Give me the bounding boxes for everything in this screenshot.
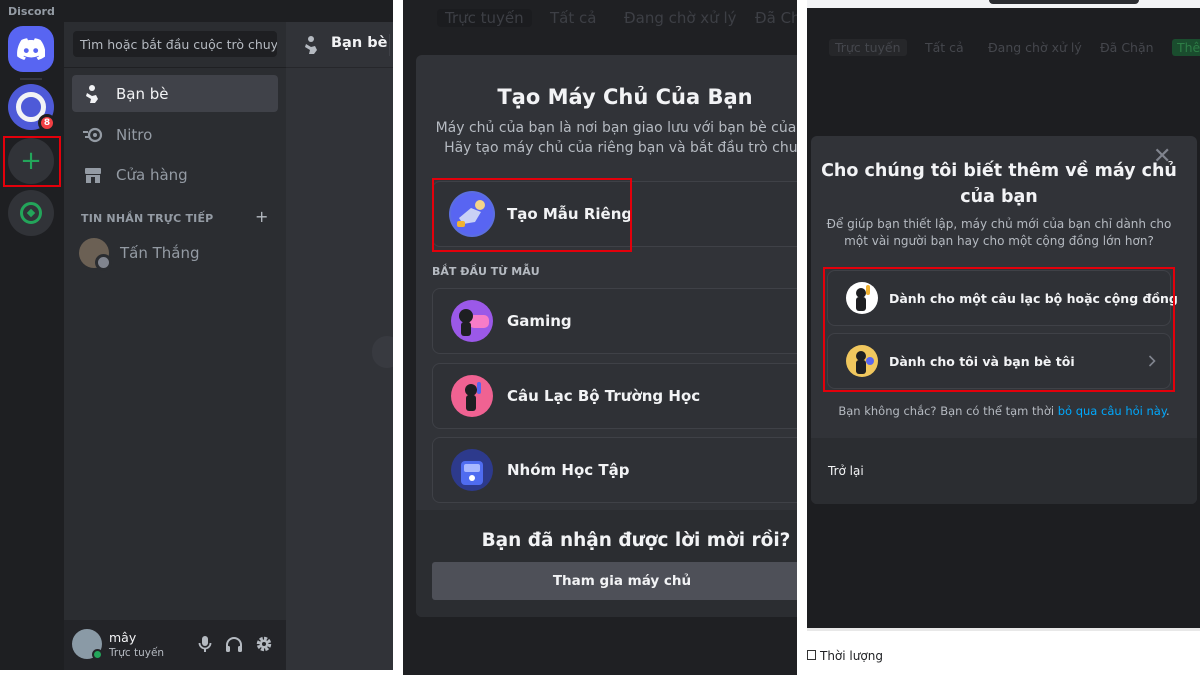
highlight-box [823,267,1175,392]
user-status: Trực tuyến [109,647,165,659]
school-club-icon [449,373,495,419]
highlight-box [432,178,632,252]
tab-add-friend: Thê [1172,39,1200,56]
gear-icon [256,636,272,652]
description-line: một vài người bạn hay cho một cộng đồng … [844,234,1154,248]
dm-section-header: TIN NHẮN TRỰC TIẾP [81,212,214,225]
note-end: . [1166,404,1170,418]
template-gaming[interactable]: Gaming [432,288,797,354]
nitro-icon [82,124,104,146]
template-section-header: BẮT ĐẦU TỪ MẪU [432,265,540,278]
create-server-panel: Trực tuyến Tất cả Đang chờ xử lý Đã Ch T… [403,0,797,675]
window-handle [989,0,1139,4]
create-dm-button[interactable]: + [255,207,268,226]
description-line: Để giúp bạn thiết lập, máy chủ mới của b… [826,217,1172,231]
template-study-group[interactable]: Nhóm Học Tập [432,437,797,503]
window-top-bar [807,0,1200,8]
friends-tabs-dimmed: Trực tuyến Tất cả Đang chờ xử lý Đã Ch [403,0,797,35]
tab-pending: Đang chờ xử lý [624,9,737,27]
tab-all: Tất cả [925,40,964,55]
headphones-button[interactable] [224,634,244,654]
friends-icon [302,35,322,59]
gaming-icon [449,298,495,344]
modal-footer: Bạn đã nhận được lời mời rồi? Tham gia m… [416,510,797,617]
tab-pending: Đang chờ xử lý [988,40,1082,55]
modal-description: Để giúp bạn thiết lập, máy chủ mới của b… [811,216,1187,250]
option-label: Câu Lạc Bộ Trường Học [507,387,701,405]
server-type-modal: ✕ Cho chúng tôi biết thêm về máy chủ của… [811,136,1197,504]
main-header: Bạn bè [286,22,393,68]
skip-note: Bạn không chắc? Bạn có thể tạm thời bỏ q… [811,404,1197,418]
home-button[interactable] [8,26,54,72]
nav-label: Bạn bè [116,84,169,103]
avatar [79,238,112,271]
separator [20,78,42,80]
modal-footer: Trở lại [811,438,1197,504]
channel-list: Tìm hoặc bắt đầu cuộc trò chuyện Bạn bè … [64,22,286,670]
option-label: Nhóm Học Tập [507,461,630,479]
template-school-club[interactable]: Câu Lạc Bộ Trường Học [432,363,797,429]
empty-state-illustration [372,336,393,368]
server-list: 8 + [0,22,64,670]
shop-icon [82,164,104,186]
title-bar: Discord [0,0,393,22]
nav-nitro[interactable]: Nitro [72,116,278,153]
server-audience-panel: Trực tuyến Tất cả Đang chờ xử lý Đã Chặn… [807,0,1200,628]
divider [389,34,390,56]
friends-tabs-dimmed: Trực tuyến Tất cả Đang chờ xử lý Đã Chặn… [807,36,1200,60]
microphone-icon [198,636,212,652]
join-server-button[interactable]: Tham gia máy chủ [432,562,797,600]
create-server-modal: Tạo Máy Chủ Của Bạn Máy chủ của bạn là n… [416,55,797,617]
title-line: của bạn [960,187,1038,207]
divider [64,67,286,68]
microphone-button[interactable] [195,634,215,654]
duration-icon [807,650,816,660]
dm-username: Tấn Thắng [120,244,200,262]
nav-label: Cửa hàng [116,165,188,184]
note-text: Bạn không chắc? Bạn có thể tạm thời [838,404,1058,418]
description-line: Hãy tạo máy chủ của riêng bạn và bắt đầu… [444,140,797,156]
page-below-area: Thời lượng [807,628,1200,675]
modal-title: Tạo Máy Chủ Của Bạn [497,85,753,109]
app-title: Discord [8,5,55,18]
skip-question-link[interactable]: bỏ qua câu hỏi này [1058,404,1166,418]
discord-logo-icon [17,38,45,60]
tab-online: Trực tuyến [829,39,907,56]
notification-badge: 8 [38,114,56,132]
page-title: Bạn bè [331,35,388,51]
online-status-icon [92,649,103,660]
back-button[interactable]: Trở lại [828,464,864,478]
tab-all: Tất cả [550,9,597,27]
discord-main-window: Discord 8 + Tìm hoặc bắt đầu cuộc trò ch… [0,0,393,670]
nav-friends[interactable]: Bạn bè [72,75,278,112]
tab-online: Trực tuyến [437,9,532,27]
description-line: Máy chủ của bạn là nơi bạn giao lưu với … [435,120,797,136]
modal-title: Cho chúng tôi biết thêm về máy chủ của b… [811,158,1187,210]
nav-shop[interactable]: Cửa hàng [72,156,278,193]
friends-icon [82,83,104,105]
tab-blocked: Đã Chặn [1100,40,1154,55]
explore-servers-button[interactable] [8,190,54,236]
tab-blocked: Đã Ch [755,9,797,27]
option-label: Gaming [507,312,572,330]
highlight-box [3,136,61,187]
user-panel: mây Trực tuyến [64,620,286,670]
username: mây [109,630,137,645]
invite-title: Bạn đã nhận được lời mời rồi? [481,530,791,551]
dm-item[interactable]: Tấn Thắng [72,233,278,273]
settings-button[interactable] [254,634,274,654]
nav-label: Nitro [116,125,153,144]
headphones-icon [226,636,242,652]
duration-label: Thời lượng [820,649,883,663]
shadow-divider [807,628,1200,631]
compass-icon [20,202,42,224]
title-line: Cho chúng tôi biết thêm về máy chủ [821,161,1177,181]
search-input[interactable]: Tìm hoặc bắt đầu cuộc trò chuyện [73,31,277,57]
modal-description: Máy chủ của bạn là nơi bạn giao lưu với … [416,118,797,158]
study-group-icon [449,447,495,493]
